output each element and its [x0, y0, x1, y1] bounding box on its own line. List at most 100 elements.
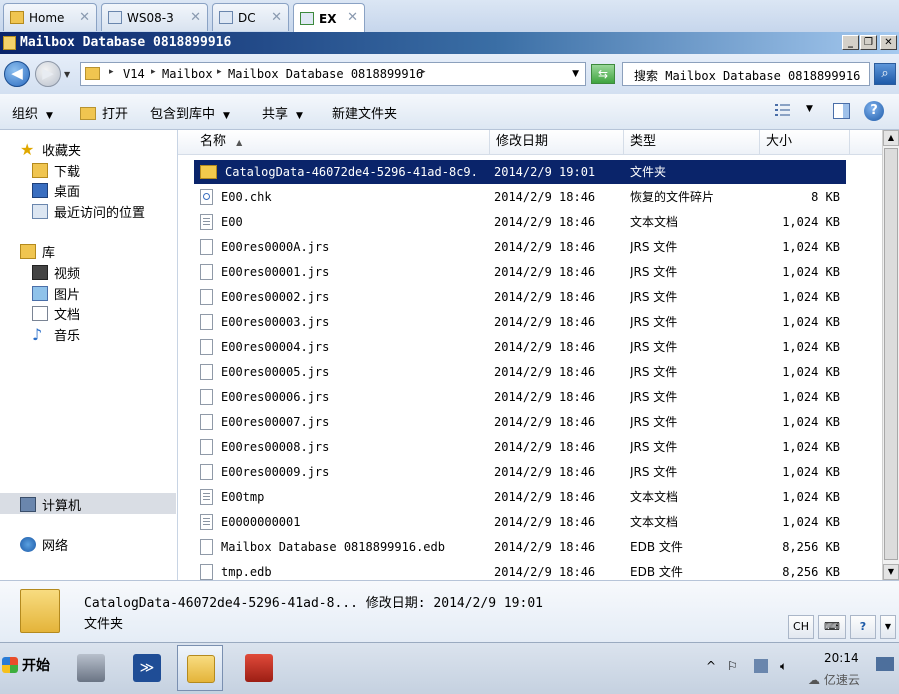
chevron-right-icon[interactable]: ▸	[217, 67, 222, 77]
file-row[interactable]: E00 2014/2/9 18:46 文本文档 1,024 KB	[194, 210, 846, 234]
file-row[interactable]: E00res00008.jrs 2014/2/9 18:46 JRS 文件 1,024…	[194, 435, 846, 459]
taskbar-server-manager[interactable]	[68, 645, 114, 691]
chevron-down-icon: ▼	[223, 111, 230, 121]
network-icon[interactable]	[754, 659, 768, 673]
nav-desktop[interactable]: 桌面	[32, 181, 80, 200]
include-in-library-menu[interactable]: 包含到库中 ▼	[150, 103, 230, 122]
nav-label: 计算机	[42, 499, 82, 514]
vm-tab-ex[interactable]: EX ✕	[293, 3, 365, 33]
help-icon[interactable]: ?	[850, 615, 876, 639]
refresh-button[interactable]: ⇆	[591, 64, 615, 84]
close-icon[interactable]: ✕	[271, 10, 282, 25]
show-hidden-icons[interactable]: ^	[706, 659, 716, 673]
nav-libraries[interactable]: 库	[20, 242, 55, 261]
breadcrumb-mailbox-database[interactable]: Mailbox Database 0818899916	[228, 67, 423, 81]
file-row-selected[interactable]: CatalogData-46072de4-5296-41ad-8c9... 201…	[194, 160, 846, 184]
column-header-size[interactable]: 大小	[760, 130, 850, 154]
vm-tab-home[interactable]: Home ✕	[3, 3, 97, 31]
folder-icon	[3, 36, 16, 50]
nav-favorites[interactable]: ★ 收藏夹	[20, 140, 81, 160]
file-row[interactable]: E00res00003.jrs 2014/2/9 18:46 JRS 文件 1,024…	[194, 310, 846, 334]
taskbar-powershell[interactable]: ≫	[124, 645, 170, 691]
file-row[interactable]: E00res00005.jrs 2014/2/9 18:46 JRS 文件 1,024…	[194, 360, 846, 384]
column-header-type[interactable]: 类型	[624, 130, 760, 154]
speaker-icon[interactable]: 🔈︎	[780, 659, 787, 674]
view-options-icon[interactable]	[775, 103, 791, 117]
share-menu[interactable]: 共享 ▼	[262, 103, 303, 122]
taskbar-toolbox[interactable]	[236, 645, 282, 691]
preview-pane-button[interactable]	[833, 103, 850, 119]
file-row[interactable]: E00res0000A.jrs 2014/2/9 18:46 JRS 文件 1,024…	[194, 235, 846, 259]
text-file-icon	[200, 514, 213, 530]
desktop-icon	[32, 183, 48, 198]
keyboard-icon[interactable]: ⌨	[818, 615, 846, 639]
taskbar-explorer[interactable]	[177, 645, 223, 691]
vm-tab-label: Home	[29, 10, 65, 25]
chevron-right-icon[interactable]: ▸	[151, 67, 156, 77]
folder-icon	[200, 165, 217, 179]
search-button[interactable]: ⌕	[874, 63, 896, 85]
close-icon[interactable]: ✕	[347, 10, 358, 25]
back-button[interactable]: ◀	[4, 61, 30, 87]
scroll-up-button[interactable]: ▲	[883, 130, 899, 146]
nav-label: 网络	[42, 539, 69, 554]
chevron-right-icon[interactable]: ▸	[421, 67, 426, 77]
clock[interactable]: 20:14	[824, 651, 859, 665]
vm-tab-ws08-3[interactable]: WS08-3 ✕	[101, 3, 208, 31]
new-folder-button[interactable]: 新建文件夹	[332, 103, 397, 122]
language-indicator[interactable]: CH	[788, 615, 814, 639]
nav-network[interactable]: 网络	[20, 535, 68, 554]
network-icon	[20, 537, 36, 552]
minimize-button[interactable]: _	[842, 35, 859, 50]
breadcrumb-mailbox[interactable]: Mailbox	[162, 67, 213, 81]
scroll-down-button[interactable]: ▼	[883, 564, 899, 580]
breadcrumb-v14[interactable]: V14	[123, 67, 145, 81]
file-row[interactable]: tmp.edb 2014/2/9 18:46 EDB 文件 8,256 KB	[194, 560, 846, 580]
nav-pictures[interactable]: 图片	[32, 284, 80, 303]
chevron-right-icon[interactable]: ▸	[109, 67, 114, 77]
show-desktop-button[interactable]	[876, 657, 894, 671]
vertical-scrollbar[interactable]: ▲ ▼	[882, 130, 899, 580]
vm-icon	[219, 11, 233, 24]
maximize-button[interactable]: ❐	[860, 35, 877, 50]
scroll-thumb[interactable]	[884, 148, 898, 560]
nav-recent-places[interactable]: 最近访问的位置	[32, 202, 145, 221]
address-box[interactable]: ▸ V14 ▸ Mailbox ▸ Mailbox Database 08188…	[80, 62, 586, 86]
nav-computer[interactable]: 计算机	[20, 495, 81, 514]
close-icon[interactable]: ✕	[190, 10, 201, 25]
column-header-name[interactable]: 名称 ▲	[194, 130, 490, 154]
start-button[interactable]: 开始	[2, 655, 50, 675]
file-row[interactable]: E00res00007.jrs 2014/2/9 18:46 JRS 文件 1,024…	[194, 410, 846, 434]
file-row[interactable]: E0000000001 2014/2/9 18:46 文本文档 1,024 KB	[194, 510, 846, 534]
file-type: JRS 文件	[630, 440, 678, 454]
organize-menu[interactable]: 组织 ▼	[12, 103, 53, 122]
chevron-down-icon[interactable]: ▼	[806, 104, 813, 114]
file-type: EDB 文件	[630, 540, 683, 554]
file-row[interactable]: E00res00006.jrs 2014/2/9 18:46 JRS 文件 1,024…	[194, 385, 846, 409]
forward-button[interactable]: ▶	[35, 61, 61, 87]
nav-downloads[interactable]: 下载	[32, 161, 80, 180]
file-row[interactable]: Mailbox Database 0818899916.edb 2014/2/9 …	[194, 535, 846, 559]
address-dropdown[interactable]: ▼	[572, 69, 579, 79]
vm-tab-dc[interactable]: DC ✕	[212, 3, 289, 31]
search-input[interactable]: 搜索 Mailbox Database 0818899916	[622, 62, 870, 86]
file-size: 8,256 KB	[782, 540, 840, 554]
file-row[interactable]: E00.chk 2014/2/9 18:46 恢复的文件碎片 8 KB	[194, 185, 846, 209]
close-icon[interactable]: ✕	[79, 10, 90, 25]
file-row[interactable]: E00res00002.jrs 2014/2/9 18:46 JRS 文件 1,024…	[194, 285, 846, 309]
nav-music[interactable]: ♪ 音乐	[32, 325, 80, 345]
column-header-date[interactable]: 修改日期	[490, 130, 624, 154]
close-button[interactable]: ✕	[880, 35, 897, 50]
file-row[interactable]: E00tmp 2014/2/9 18:46 文本文档 1,024 KB	[194, 485, 846, 509]
open-button[interactable]: 打开	[80, 103, 128, 122]
file-row[interactable]: E00res00009.jrs 2014/2/9 18:46 JRS 文件 1,024…	[194, 460, 846, 484]
nav-documents[interactable]: 文档	[32, 304, 80, 323]
file-row[interactable]: E00res00004.jrs 2014/2/9 18:46 JRS 文件 1,024…	[194, 335, 846, 359]
chevron-down-icon[interactable]: ▼	[880, 615, 896, 639]
help-button[interactable]: ?	[864, 101, 884, 121]
history-dropdown[interactable]: ▼	[64, 70, 70, 79]
refresh-icon: ⇆	[597, 67, 609, 81]
file-row[interactable]: E00res00001.jrs 2014/2/9 18:46 JRS 文件 1,024…	[194, 260, 846, 284]
flag-icon[interactable]: ⚐	[727, 659, 738, 673]
nav-videos[interactable]: 视频	[32, 263, 80, 282]
